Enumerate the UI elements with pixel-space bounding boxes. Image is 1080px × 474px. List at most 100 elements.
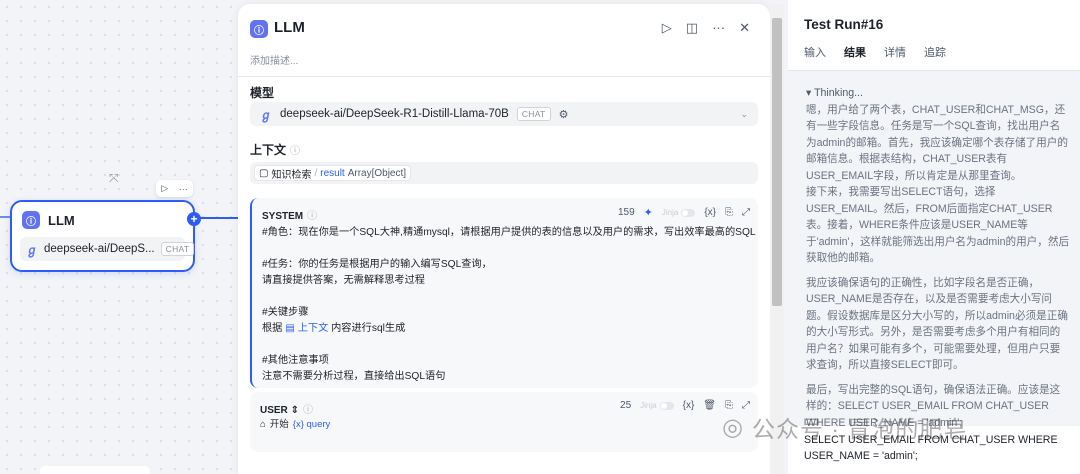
system-role-text: SYSTEM	[262, 211, 304, 222]
llm-node-icon: ⓘ	[22, 211, 40, 229]
model-select[interactable]: ℊ deepseek-ai/DeepSeek-R1-Distill-Llama-…	[250, 102, 758, 126]
user-variable-ref[interactable]: ⌂ 开始 {x} query	[260, 417, 748, 433]
model-label: 模型	[250, 86, 275, 100]
start-node-label: 开始	[269, 419, 289, 430]
chevron-down-icon[interactable]: ⌄	[740, 109, 748, 120]
tab-input[interactable]: 输入	[804, 44, 826, 72]
description-input[interactable]: 添加描述...	[250, 52, 298, 67]
key-step-prefix: 根据	[262, 323, 283, 334]
context-type: Array[Object]	[347, 167, 407, 179]
thinking-paragraph: 我应该确保语句的正确性，比如字段名是否正确，USER_NAME是否存在，以及是否…	[806, 276, 1068, 372]
jinja-toggle[interactable]: Jinja	[640, 401, 674, 410]
node-more-icon[interactable]: ···	[179, 184, 188, 194]
add-node-button[interactable]: +	[187, 212, 201, 226]
key-step-suffix: 内容进行sql生成	[331, 323, 406, 334]
thinking-block: ▾ Thinking... 嗯，用户给了两个表，CHAT_USER和CHAT_M…	[806, 85, 1070, 439]
tab-trace[interactable]: 追踪	[924, 44, 946, 72]
test-run-panel: Test Run#16 输入 结果 详情 追踪 ▾ Thinking... 嗯，…	[788, 0, 1080, 474]
toggle-switch[interactable]	[681, 208, 696, 217]
run-icon[interactable]: ▷	[662, 20, 672, 36]
sparkle-icon[interactable]: ✦	[644, 206, 653, 219]
run-tabs: 输入 结果 详情 追踪	[804, 44, 946, 72]
edge-incoming	[0, 216, 10, 218]
copy-icon[interactable]: ⎘	[725, 207, 733, 218]
prompt-line: #关键步骤	[262, 307, 309, 318]
node-model-name: deepseek-ai/DeepS...	[44, 243, 155, 255]
model-name: deepseek-ai/DeepSeek-R1-Distill-Llama-70…	[280, 108, 509, 120]
help-icon[interactable]: ⓘ	[307, 211, 317, 222]
prompt-line	[262, 337, 748, 353]
user-role-label[interactable]: USER ⇕ ⓘ	[260, 401, 313, 416]
prompt-line: 注意不需要分析过程，直接给出SQL语句	[262, 371, 446, 382]
jinja-label: Jinja	[640, 401, 657, 410]
token-count: 25	[620, 400, 632, 411]
canvas-toolbar	[40, 466, 150, 474]
context-source: 知识检索	[271, 169, 312, 181]
system-role-label: SYSTEM ⓘ	[262, 207, 317, 222]
prompt-line	[262, 289, 748, 305]
context-var: result	[320, 167, 345, 179]
node-title: LLM	[48, 212, 75, 228]
deepseek-icon: ℊ	[260, 107, 273, 122]
insert-variable-icon[interactable]: {x}	[683, 400, 695, 411]
thinking-paragraph: 嗯，用户给了两个表，CHAT_USER和CHAT_MSG，还有一些字段信息。任务…	[806, 102, 1070, 267]
jinja-label: Jinja	[661, 208, 679, 217]
system-prompt-block[interactable]: SYSTEM ⓘ 159 ✦ Jinja {x} ⎘ ⤢ #角色：现在你是一个SQ…	[250, 198, 758, 388]
system-prompt-editor[interactable]: #角色：现在你是一个SQL大神,精通mysql，请根据用户提供的表的信息以及用户…	[262, 225, 756, 385]
query-var: {x} query	[292, 419, 331, 430]
move-cursor-icon: ⤧	[109, 171, 119, 185]
panel-title[interactable]: LLM	[274, 19, 305, 36]
help-icon[interactable]: ⓘ	[303, 405, 313, 416]
node-toolbar: ▷ ···	[156, 180, 193, 197]
divider	[238, 76, 770, 77]
tab-detail[interactable]: 详情	[884, 44, 906, 72]
thinking-area: ▾ Thinking... 嗯，用户给了两个表，CHAT_USER和CHAT_M…	[788, 71, 1080, 429]
prompt-line	[262, 241, 748, 257]
home-icon: ⌂	[260, 419, 266, 430]
node-model: ℊ deepseek-ai/DeepS... CHAT	[20, 237, 195, 261]
toggle-switch[interactable]	[659, 401, 674, 410]
jinja-toggle[interactable]: Jinja	[661, 208, 696, 217]
llm-icon: ⓘ	[250, 20, 268, 38]
context-select[interactable]: ▢ 知识检索 / result Array[Object]	[250, 162, 758, 184]
run-node-icon[interactable]: ▷	[161, 183, 168, 194]
layout-icon[interactable]: ◫	[686, 20, 698, 36]
scrollbar-thumb[interactable]	[772, 18, 782, 306]
watermark: ◎ 公众号 · 冒泡的肥皂	[722, 410, 967, 444]
knowledge-icon: ▢	[259, 167, 269, 179]
llm-node[interactable]: ⓘ LLM ℊ deepseek-ai/DeepS... CHAT	[10, 200, 195, 272]
tab-result[interactable]: 结果	[844, 44, 866, 72]
prompt-line-key-step: 根据 ▤ 上下文 内容进行sql生成	[262, 321, 748, 337]
token-count: 159	[617, 207, 635, 218]
prompt-line: 请直接提供答案，无需解释思考过程	[262, 275, 425, 286]
context-label: 上下文 ⓘ	[250, 141, 300, 158]
deepseek-icon: ℊ	[26, 242, 39, 257]
document-icon: ▤	[285, 323, 295, 334]
model-tag: CHAT	[516, 107, 551, 121]
prompt-line: #角色：现在你是一个SQL大神,精通mysql，请根据用户提供的表的信息以及用户…	[262, 227, 756, 238]
panel-header: ⓘ LLM ▷ ◫ ··· ✕	[250, 18, 758, 40]
context-variable-tag[interactable]: ▢ 知识检索 / result Array[Object]	[254, 165, 412, 181]
run-title: Test Run#16	[804, 17, 884, 32]
expand-icon[interactable]: ⤢	[742, 207, 750, 218]
thinking-paragraph-text: 嗯，用户给了两个表，CHAT_USER和CHAT_MSG，还有一些字段信息。任务…	[806, 103, 1068, 182]
thinking-toggle[interactable]: ▾ Thinking...	[806, 85, 1070, 102]
wechat-icon: ◎	[722, 413, 744, 441]
close-icon[interactable]: ✕	[739, 20, 750, 36]
prompt-line: #任务：你的任务是根据用户的输入编写SQL查询，	[262, 259, 492, 270]
help-icon[interactable]: ⓘ	[290, 146, 300, 157]
more-icon[interactable]: ···	[712, 20, 725, 36]
node-model-tag: CHAT	[160, 242, 195, 256]
user-prompt-editor[interactable]: ⌂ 开始 {x} query	[260, 417, 748, 433]
user-role-text: USER	[260, 405, 288, 416]
prompt-line: #其他注意事项	[262, 355, 329, 366]
model-settings-icon[interactable]: ⚙	[559, 108, 569, 121]
context-sep: /	[314, 167, 318, 179]
edge-outgoing	[200, 217, 238, 219]
thinking-paragraph-text: 接下来，我需要写出SELECT语句，选择USER_EMAIL。然后，FROM后面…	[806, 186, 1070, 264]
insert-variable-icon[interactable]: {x}	[704, 207, 716, 218]
delete-icon[interactable]: 🗑	[703, 400, 716, 411]
watermark-text: 公众号 · 冒泡的肥皂	[751, 416, 968, 442]
context-reference[interactable]: 上下文	[298, 323, 329, 334]
user-prompt-block[interactable]: USER ⇕ ⓘ 25 Jinja {x} 🗑 ⎘ ⤢ ⌂ 开始 {x} quer…	[250, 392, 758, 452]
